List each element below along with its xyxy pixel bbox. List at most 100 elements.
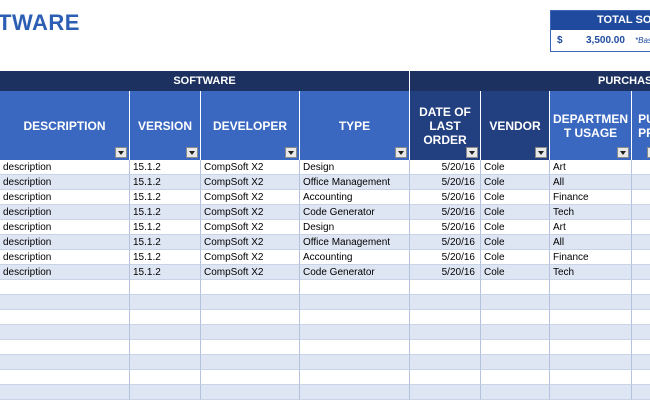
filter-dropdown-icon[interactable] xyxy=(285,147,297,158)
cell-description[interactable] xyxy=(0,295,130,310)
cell-developer[interactable]: CompSoft X2 xyxy=(201,250,300,265)
cell-type[interactable]: Code Generator xyxy=(300,205,410,220)
cell-department-usage[interactable] xyxy=(550,370,632,385)
cell-date-of-last-order[interactable]: 5/20/16 xyxy=(410,175,481,190)
cell-department-usage[interactable] xyxy=(550,280,632,295)
cell-description[interactable]: description xyxy=(0,160,130,175)
cell-developer[interactable]: CompSoft X2 xyxy=(201,220,300,235)
cell-developer[interactable]: CompSoft X2 xyxy=(201,265,300,280)
cell-date-of-last-order[interactable] xyxy=(410,310,481,325)
cell-description[interactable]: description xyxy=(0,235,130,250)
cell-description[interactable]: description xyxy=(0,175,130,190)
cell-vendor[interactable]: Cole xyxy=(481,235,550,250)
cell-purchase-price[interactable] xyxy=(632,370,650,385)
cell-purchase-price[interactable] xyxy=(632,235,650,250)
cell-vendor[interactable]: Cole xyxy=(481,160,550,175)
cell-purchase-price[interactable] xyxy=(632,325,650,340)
cell-type[interactable] xyxy=(300,295,410,310)
cell-vendor[interactable]: Cole xyxy=(481,205,550,220)
cell-type[interactable]: Code Generator xyxy=(300,265,410,280)
filter-dropdown-icon[interactable] xyxy=(115,147,127,158)
cell-vendor[interactable]: Cole xyxy=(481,265,550,280)
cell-description[interactable]: description xyxy=(0,250,130,265)
cell-version[interactable]: 15.1.2 xyxy=(130,220,201,235)
cell-description[interactable]: description xyxy=(0,190,130,205)
cell-type[interactable] xyxy=(300,310,410,325)
cell-date-of-last-order[interactable] xyxy=(410,370,481,385)
cell-type[interactable] xyxy=(300,370,410,385)
cell-vendor[interactable] xyxy=(481,355,550,370)
cell-purchase-price[interactable] xyxy=(632,220,650,235)
cell-description[interactable]: description xyxy=(0,205,130,220)
cell-department-usage[interactable] xyxy=(550,325,632,340)
cell-description[interactable] xyxy=(0,325,130,340)
cell-type[interactable]: Accounting xyxy=(300,250,410,265)
cell-version[interactable]: 15.1.2 xyxy=(130,250,201,265)
cell-date-of-last-order[interactable] xyxy=(410,385,481,400)
cell-version[interactable] xyxy=(130,295,201,310)
cell-date-of-last-order[interactable]: 5/20/16 xyxy=(410,235,481,250)
cell-description[interactable]: description xyxy=(0,220,130,235)
filter-dropdown-icon[interactable] xyxy=(186,147,198,158)
cell-purchase-price[interactable] xyxy=(632,280,650,295)
cell-purchase-price[interactable] xyxy=(632,295,650,310)
cell-developer[interactable]: CompSoft X2 xyxy=(201,235,300,250)
cell-date-of-last-order[interactable] xyxy=(410,325,481,340)
cell-vendor[interactable] xyxy=(481,370,550,385)
cell-description[interactable] xyxy=(0,385,130,400)
cell-type[interactable]: Design xyxy=(300,220,410,235)
cell-date-of-last-order[interactable]: 5/20/16 xyxy=(410,160,481,175)
cell-vendor[interactable] xyxy=(481,340,550,355)
cell-date-of-last-order[interactable] xyxy=(410,295,481,310)
cell-type[interactable] xyxy=(300,385,410,400)
cell-date-of-last-order[interactable]: 5/20/16 xyxy=(410,265,481,280)
cell-date-of-last-order[interactable]: 5/20/16 xyxy=(410,220,481,235)
cell-type[interactable]: Accounting xyxy=(300,190,410,205)
cell-purchase-price[interactable] xyxy=(632,175,650,190)
filter-dropdown-icon[interactable] xyxy=(535,147,547,158)
cell-purchase-price[interactable] xyxy=(632,160,650,175)
cell-version[interactable] xyxy=(130,325,201,340)
cell-purchase-price[interactable] xyxy=(632,265,650,280)
cell-purchase-price[interactable] xyxy=(632,205,650,220)
cell-type[interactable]: Design xyxy=(300,160,410,175)
cell-description[interactable] xyxy=(0,310,130,325)
cell-type[interactable]: Office Management xyxy=(300,235,410,250)
cell-department-usage[interactable]: Art xyxy=(550,160,632,175)
cell-developer[interactable]: CompSoft X2 xyxy=(201,160,300,175)
cell-version[interactable]: 15.1.2 xyxy=(130,265,201,280)
cell-date-of-last-order[interactable] xyxy=(410,355,481,370)
cell-vendor[interactable]: Cole xyxy=(481,190,550,205)
cell-developer[interactable] xyxy=(201,325,300,340)
cell-version[interactable] xyxy=(130,385,201,400)
cell-version[interactable] xyxy=(130,340,201,355)
cell-department-usage[interactable]: All xyxy=(550,175,632,190)
cell-purchase-price[interactable] xyxy=(632,190,650,205)
cell-version[interactable]: 15.1.2 xyxy=(130,175,201,190)
cell-vendor[interactable]: Cole xyxy=(481,220,550,235)
cell-version[interactable] xyxy=(130,310,201,325)
cell-department-usage[interactable] xyxy=(550,385,632,400)
cell-purchase-price[interactable] xyxy=(632,340,650,355)
cell-type[interactable] xyxy=(300,280,410,295)
total-amount[interactable]: 3,500.00 xyxy=(586,30,625,51)
cell-department-usage[interactable]: All xyxy=(550,235,632,250)
cell-vendor[interactable] xyxy=(481,295,550,310)
cell-department-usage[interactable] xyxy=(550,355,632,370)
cell-developer[interactable] xyxy=(201,385,300,400)
cell-type[interactable]: Office Management xyxy=(300,175,410,190)
cell-purchase-price[interactable] xyxy=(632,355,650,370)
cell-purchase-price[interactable] xyxy=(632,310,650,325)
cell-vendor[interactable] xyxy=(481,310,550,325)
cell-description[interactable] xyxy=(0,280,130,295)
cell-developer[interactable]: CompSoft X2 xyxy=(201,175,300,190)
cell-developer[interactable]: CompSoft X2 xyxy=(201,190,300,205)
cell-description[interactable] xyxy=(0,340,130,355)
cell-type[interactable] xyxy=(300,325,410,340)
filter-dropdown-icon[interactable] xyxy=(395,147,407,158)
cell-department-usage[interactable] xyxy=(550,295,632,310)
cell-department-usage[interactable]: Finance xyxy=(550,190,632,205)
cell-developer[interactable] xyxy=(201,310,300,325)
cell-version[interactable]: 15.1.2 xyxy=(130,205,201,220)
cell-developer[interactable] xyxy=(201,295,300,310)
